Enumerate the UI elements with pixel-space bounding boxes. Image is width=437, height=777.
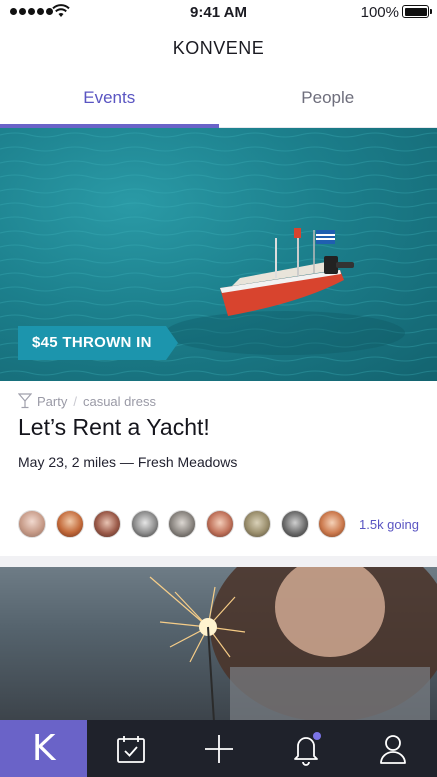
tab-events[interactable]: Events [0, 72, 219, 127]
tab-people[interactable]: People [219, 72, 437, 127]
calendar-check-icon [117, 735, 146, 763]
event-image-sparkler[interactable] [0, 567, 437, 722]
avatar[interactable] [243, 510, 271, 538]
price-tag: $45 THROWN IN [18, 326, 178, 360]
card-divider [0, 556, 437, 567]
konvene-logo-letter: K [31, 727, 56, 769]
battery-percentage: 100% [360, 4, 399, 21]
sparkler-illustration [149, 567, 437, 722]
meta-separator: / [73, 393, 77, 409]
battery-icon [402, 5, 432, 18]
avatar[interactable] [280, 510, 309, 538]
profile-icon [380, 734, 407, 764]
event-category: Party [37, 393, 68, 409]
plus-icon [204, 734, 233, 763]
avatar[interactable] [93, 510, 121, 538]
nav-notifications-button[interactable] [262, 720, 349, 777]
avatar[interactable] [130, 510, 159, 538]
avatar[interactable] [55, 510, 84, 538]
event-dress-code: casual dress [82, 393, 156, 409]
nav-home-button[interactable]: K [0, 720, 88, 777]
notification-badge [312, 732, 321, 740]
avatar[interactable] [168, 510, 196, 538]
event-details: May 23, 2 miles — Fresh Meadows [18, 454, 238, 470]
event-meta: Party / casual dress [18, 393, 156, 409]
event-title[interactable]: Let’s Rent a Yacht! [18, 414, 210, 441]
going-count[interactable]: 1.5k going [359, 517, 419, 532]
avatar[interactable] [18, 510, 46, 538]
nav-calendar-button[interactable] [87, 720, 174, 777]
avatar[interactable] [318, 510, 346, 538]
nav-add-button[interactable] [175, 720, 262, 777]
app-title: KONVENE [172, 38, 265, 58]
tab-bar: Events People [0, 72, 437, 128]
nav-profile-button[interactable] [350, 720, 437, 777]
avatar[interactable] [205, 510, 234, 538]
bottom-navigation: K [0, 720, 437, 777]
status-bar: 9:41 AM 100% [0, 0, 437, 24]
attendee-avatars[interactable] [18, 510, 356, 538]
cocktail-icon [18, 393, 32, 409]
